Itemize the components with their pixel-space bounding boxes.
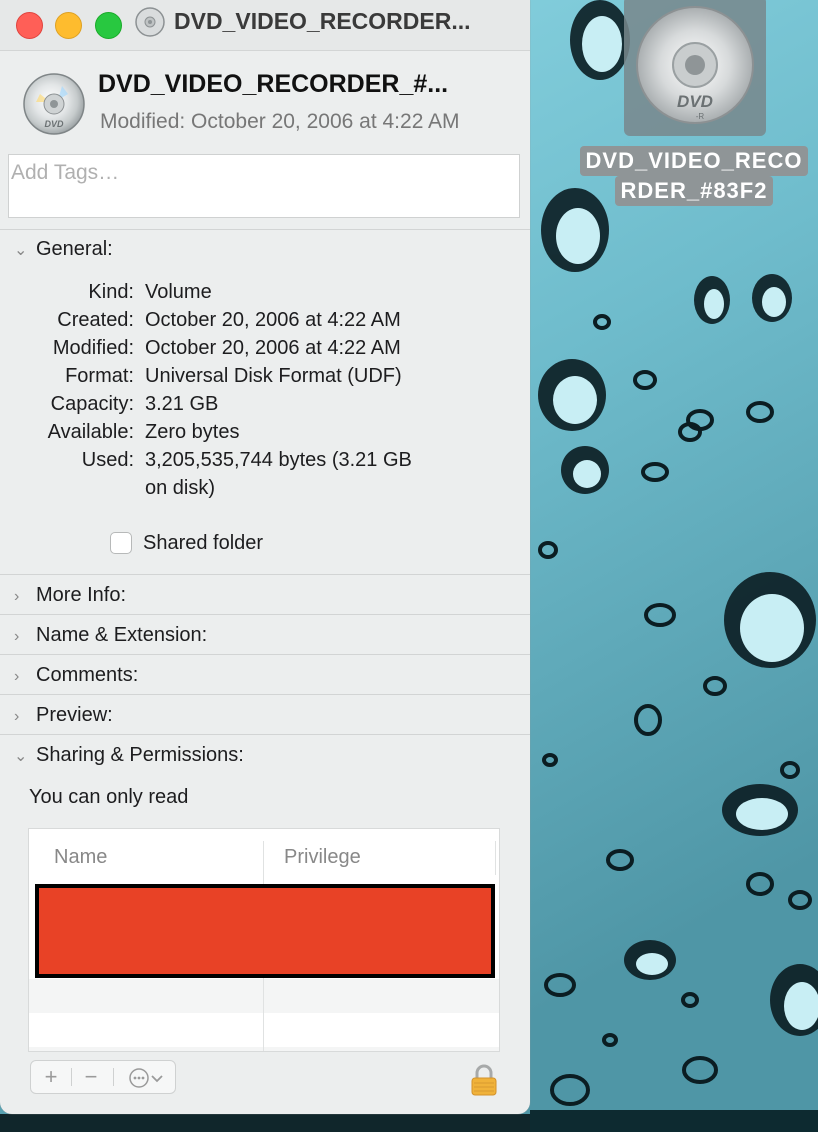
divider — [0, 694, 530, 695]
info-key: Capacity: — [50, 393, 134, 415]
info-key: Created: — [57, 309, 134, 331]
chevron-down-icon: ⌄ — [14, 242, 28, 259]
desktop-icon-label-line2: RDER_#83F2 — [614, 176, 774, 206]
section-name-extension-label: Name & Extension: — [36, 624, 208, 646]
column-header-name[interactable]: Name — [54, 846, 107, 869]
minimize-button[interactable] — [55, 12, 82, 39]
permissions-table[interactable]: Name Privilege — [28, 828, 500, 1052]
info-value: Volume — [145, 281, 212, 303]
disc-sub-text: -R — [696, 112, 705, 121]
divider — [0, 654, 530, 655]
table-row — [29, 1047, 499, 1051]
info-row-created: Created: October 20, 2006 at 4:22 AM — [0, 306, 530, 334]
lock-icon[interactable] — [470, 1064, 498, 1096]
info-row-available: Available: Zero bytes — [0, 418, 530, 446]
dvd-volume-icon: DVD — [23, 73, 85, 135]
info-value: October 20, 2006 at 4:22 AM — [145, 337, 401, 359]
modified-summary: Modified: October 20, 2006 at 4:22 AM — [100, 110, 460, 133]
section-comments[interactable]: › Comments: — [14, 664, 138, 687]
tags-placeholder: Add Tags… — [11, 161, 120, 184]
section-general[interactable]: ⌄ General: — [14, 238, 113, 261]
info-row-modified: Modified: October 20, 2006 at 4:22 AM — [0, 334, 530, 362]
section-general-label: General: — [36, 238, 113, 260]
remove-user-button[interactable]: − — [77, 1061, 105, 1093]
table-row — [29, 979, 499, 1013]
info-key: Used: — [81, 449, 134, 471]
info-row-used: Used: 3,205,535,744 bytes (3.21 GB — [0, 446, 530, 474]
info-key: Available: — [47, 421, 134, 443]
desktop-icon-label-line1: DVD_VIDEO_RECO — [579, 146, 809, 176]
section-more-info-label: More Info: — [36, 584, 127, 606]
info-key: Kind: — [88, 281, 134, 303]
shared-folder-label[interactable]: Shared folder — [143, 532, 263, 555]
chevron-right-icon: › — [14, 588, 20, 605]
close-button[interactable] — [16, 12, 43, 39]
divider — [0, 614, 530, 615]
tags-field[interactable]: Add Tags… — [8, 154, 520, 218]
info-key: Format: — [65, 365, 134, 387]
section-comments-label: Comments: — [36, 664, 139, 686]
permissions-toolbar: + − — [30, 1060, 176, 1094]
info-row-capacity: Capacity: 3.21 GB — [0, 390, 530, 418]
chevron-right-icon: › — [14, 708, 20, 725]
info-value: Zero bytes — [145, 421, 240, 443]
section-sharing-permissions[interactable]: ⌄ Sharing & Permissions: — [14, 744, 244, 767]
volume-name: DVD_VIDEO_RECORDER_#... — [98, 70, 449, 98]
info-value: Universal Disk Format (UDF) — [145, 365, 402, 387]
info-key: Modified: — [52, 337, 134, 359]
get-info-window: DVD_VIDEO_RECORDER... DVD DVD_VIDEO_RECO… — [0, 0, 530, 1114]
section-sharing-label: Sharing & Permissions: — [36, 744, 244, 766]
desktop-dvd-volume[interactable]: DVD -R DVD_VIDEO_RECO RDER_#83F2 — [576, 0, 812, 214]
section-preview[interactable]: › Preview: — [14, 704, 113, 727]
desktop-icon-label: DVD_VIDEO_RECO RDER_#83F2 — [576, 146, 812, 206]
redacted-user-rows — [35, 884, 495, 978]
window-title: DVD_VIDEO_RECORDER... — [174, 8, 471, 34]
chevron-down-icon — [151, 1075, 163, 1083]
divider — [0, 734, 530, 735]
section-preview-label: Preview: — [36, 704, 113, 726]
info-value: October 20, 2006 at 4:22 AM — [145, 309, 401, 331]
access-status: You can only read — [29, 786, 189, 808]
title-bar[interactable]: DVD_VIDEO_RECORDER... — [0, 0, 530, 51]
add-user-button[interactable]: + — [37, 1061, 65, 1093]
info-row-used-cont: on disk) — [0, 474, 530, 502]
info-value: 3.21 GB — [145, 393, 219, 415]
svg-text:DVD: DVD — [44, 119, 64, 129]
info-row-format: Format: Universal Disk Format (UDF) — [0, 362, 530, 390]
toolbar-divider — [71, 1068, 72, 1086]
ellipsis-circle-icon — [129, 1068, 149, 1088]
action-menu-button[interactable] — [121, 1061, 171, 1093]
chevron-down-icon: ⌄ — [14, 748, 28, 765]
divider — [0, 229, 530, 230]
dvd-disc-icon: DVD -R — [636, 6, 754, 124]
info-value: 3,205,535,744 bytes (3.21 GB — [145, 449, 412, 471]
chevron-right-icon: › — [14, 628, 20, 645]
zoom-button[interactable] — [95, 12, 122, 39]
section-name-extension[interactable]: › Name & Extension: — [14, 624, 207, 647]
column-divider — [495, 841, 496, 875]
column-header-privilege[interactable]: Privilege — [284, 846, 361, 869]
dvd-title-icon — [135, 7, 165, 37]
section-more-info[interactable]: › More Info: — [14, 584, 126, 607]
divider — [0, 574, 530, 575]
disc-dvd-text: DVD — [677, 92, 713, 111]
shared-folder-checkbox[interactable] — [110, 532, 132, 554]
toolbar-divider — [113, 1068, 114, 1086]
info-value: on disk) — [145, 477, 216, 499]
chevron-right-icon: › — [14, 668, 20, 685]
info-row-kind: Kind: Volume — [0, 278, 530, 306]
